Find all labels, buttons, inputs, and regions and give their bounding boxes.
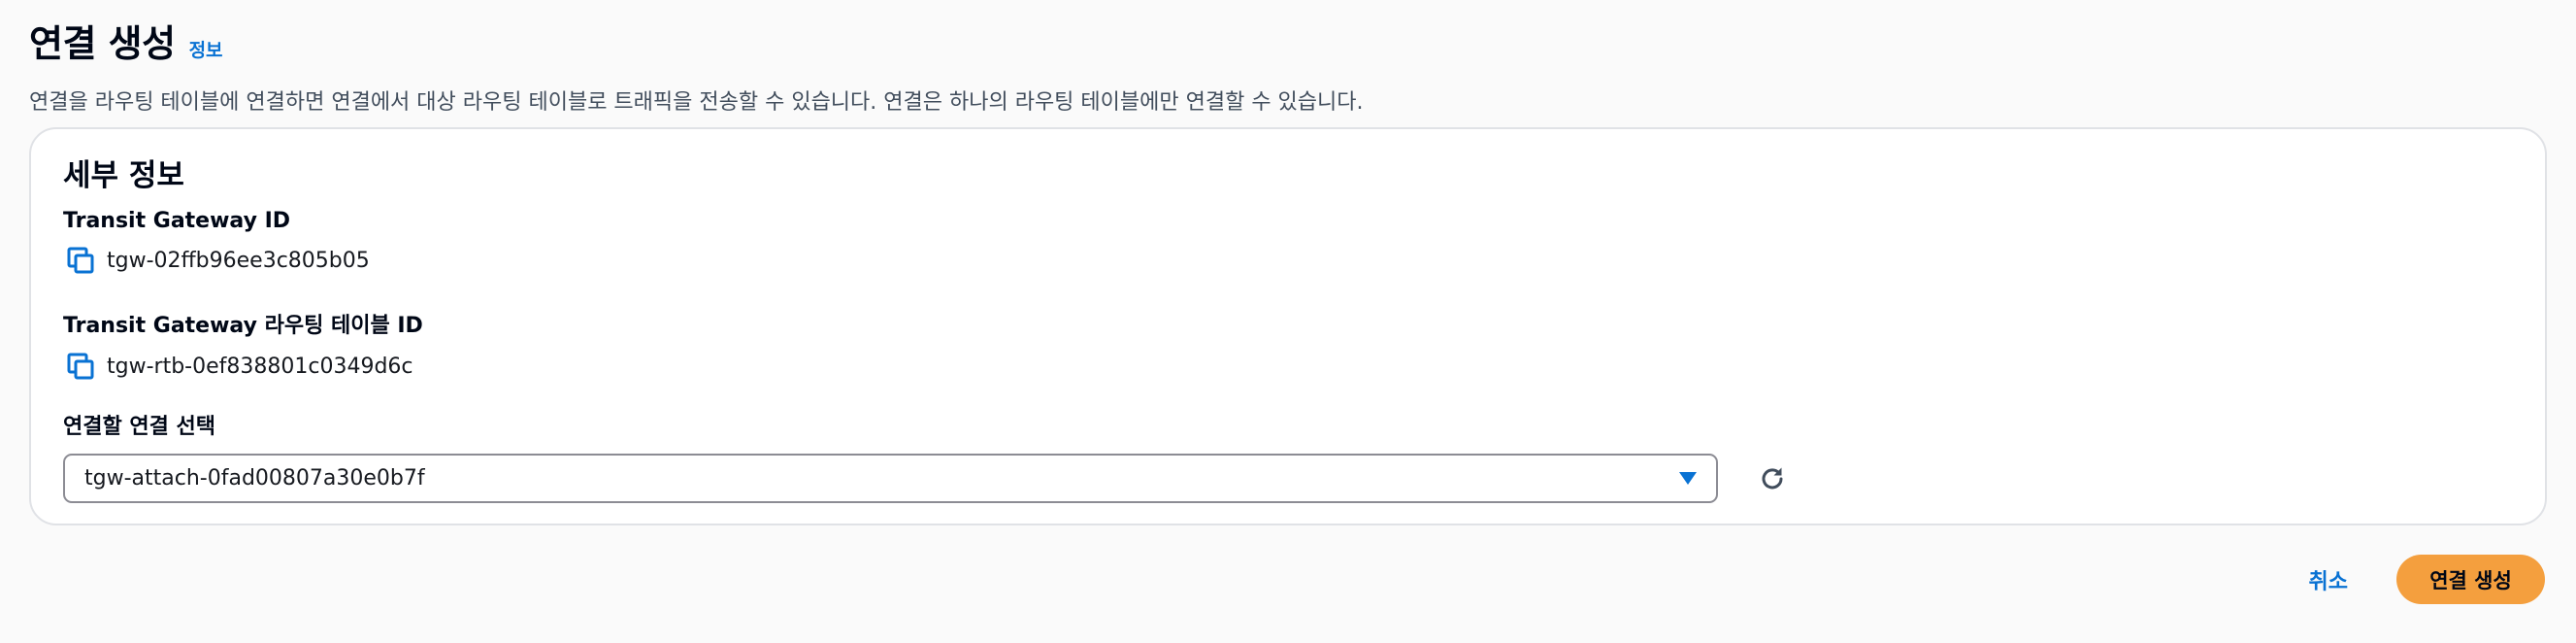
route-table-id-value: tgw-rtb-0ef838801c0349d6c: [107, 354, 413, 379]
page-header: 연결 생성 정보 연결을 라우팅 테이블에 연결하면 연결에서 대상 라우팅 테…: [29, 14, 1364, 116]
transit-gateway-id-field: Transit Gateway ID tgw-02ffb96ee3c805b05: [63, 209, 370, 274]
transit-gateway-id-label: Transit Gateway ID: [63, 209, 291, 233]
page-description: 연결을 라우팅 테이블에 연결하면 연결에서 대상 라우팅 테이블로 트래픽을 …: [29, 90, 1364, 115]
create-association-button[interactable]: 연결 생성: [2396, 555, 2545, 604]
attachment-select-value: tgw-attach-0fad00807a30e0b7f: [84, 466, 425, 491]
transit-gateway-id-value-row: tgw-02ffb96ee3c805b05: [63, 247, 370, 274]
page-title: 연결 생성: [29, 22, 176, 65]
title-row: 연결 생성 정보: [29, 14, 1364, 67]
copy-icon[interactable]: [67, 247, 94, 274]
cancel-button[interactable]: 취소: [2309, 564, 2348, 595]
form-actions: 취소 연결 생성: [2309, 555, 2545, 604]
attachment-select-label: 연결할 연결 선택: [63, 415, 215, 439]
attachment-select[interactable]: tgw-attach-0fad00807a30e0b7f: [63, 454, 1718, 503]
details-container: 세부 정보 Transit Gateway ID tgw-02ffb96ee3c…: [29, 127, 2547, 525]
route-table-id-field: Transit Gateway 라우팅 테이블 ID tgw-rtb-0ef83…: [63, 308, 423, 380]
copy-icon[interactable]: [67, 353, 94, 380]
route-table-id-label: Transit Gateway 라우팅 테이블 ID: [63, 314, 423, 338]
info-link[interactable]: 정보: [189, 36, 223, 62]
route-table-id-value-row: tgw-rtb-0ef838801c0349d6c: [63, 353, 423, 380]
attachment-select-field: 연결할 연결 선택 tgw-attach-0fad00807a30e0b7f: [63, 409, 1792, 503]
transit-gateway-id-value: tgw-02ffb96ee3c805b05: [107, 248, 370, 273]
refresh-icon[interactable]: [1753, 459, 1792, 498]
details-title: 세부 정보: [63, 158, 184, 193]
attachment-select-row: tgw-attach-0fad00807a30e0b7f: [63, 454, 1792, 503]
caret-down-icon: [1679, 472, 1697, 485]
create-association-page: 연결 생성 정보 연결을 라우팅 테이블에 연결하면 연결에서 대상 라우팅 테…: [0, 0, 2576, 643]
